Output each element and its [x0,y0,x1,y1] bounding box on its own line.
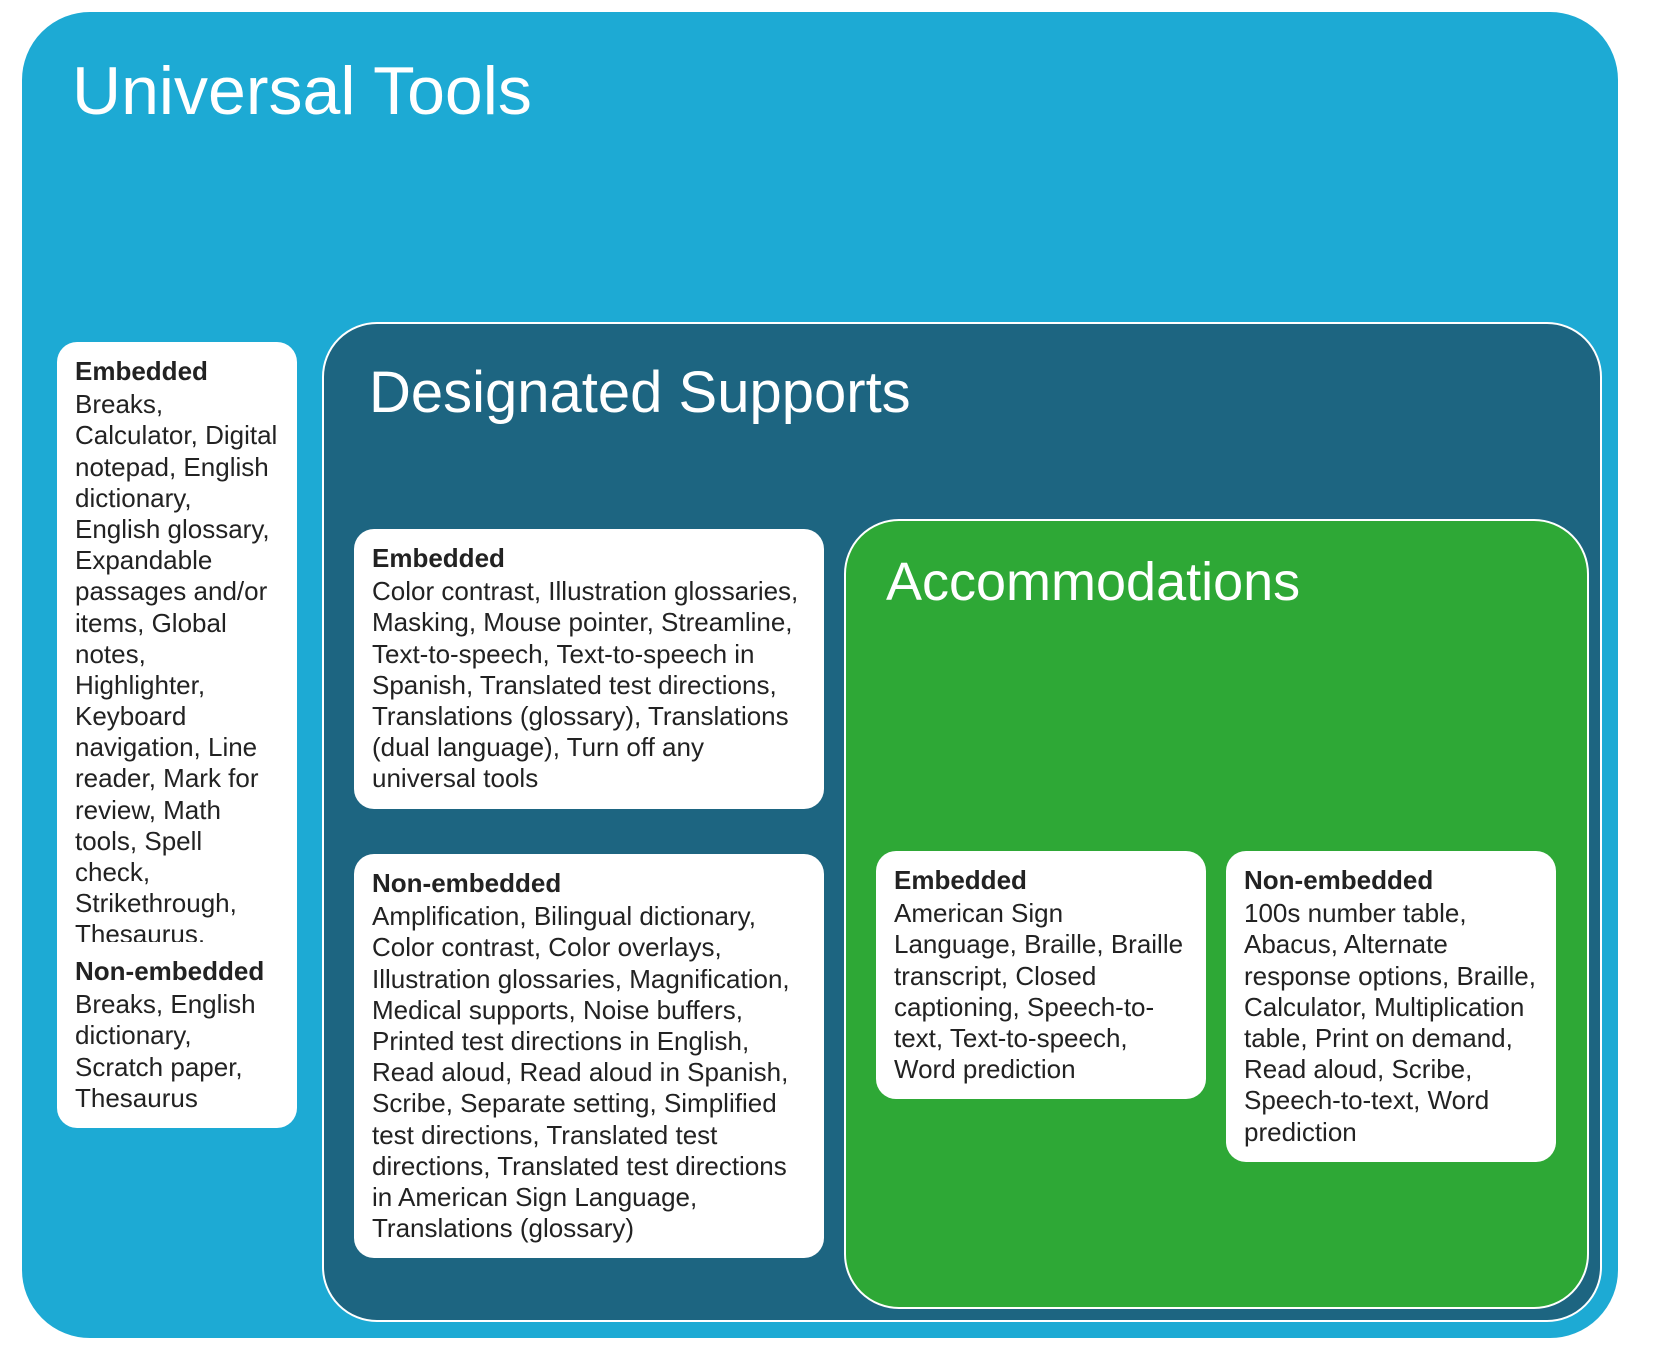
universal-embedded-text: Breaks, Calculator, Digital notepad, Eng… [75,389,277,1012]
universal-tools-panel: Universal Tools Embedded Breaks, Calcula… [20,10,1620,1340]
universal-nonembedded-label: Non-embedded [75,956,279,987]
designated-nonembedded-card: Non-embedded Amplification, Bilingual di… [354,854,824,1258]
designated-nonembedded-label: Non-embedded [372,868,806,899]
accommodations-nonembedded-label: Non-embedded [1244,865,1538,896]
accommodations-embedded-card: Embedded American Sign Language, Braille… [876,851,1206,1099]
universal-tools-title: Universal Tools [72,52,532,130]
accommodations-nonembedded-card: Non-embedded 100s number table, Abacus, … [1226,851,1556,1162]
universal-nonembedded-card: Non-embedded Breaks, English dictionary,… [57,942,297,1128]
designated-nonembedded-text: Amplification, Bilingual dictionary, Col… [372,901,790,1243]
designated-supports-panel: Designated Supports Embedded Color contr… [322,322,1602,1322]
universal-embedded-card: Embedded Breaks, Calculator, Digital not… [57,342,297,1027]
designated-embedded-label: Embedded [372,543,806,574]
accommodations-title: Accommodations [886,551,1300,613]
designated-embedded-text: Color contrast, Illustration glossaries,… [372,576,798,793]
accommodations-panel: Accommodations Embedded American Sign La… [844,519,1589,1309]
accommodations-embedded-label: Embedded [894,865,1188,896]
accommodations-nonembedded-text: 100s number table, Abacus, Alternate res… [1244,898,1536,1146]
universal-embedded-label: Embedded [75,356,279,387]
designated-embedded-card: Embedded Color contrast, Illustration gl… [354,529,824,809]
accommodations-embedded-text: American Sign Language, Braille, Braille… [894,898,1183,1084]
universal-nonembedded-text: Breaks, English dictionary, Scratch pape… [75,989,256,1113]
designated-supports-title: Designated Supports [369,359,911,426]
